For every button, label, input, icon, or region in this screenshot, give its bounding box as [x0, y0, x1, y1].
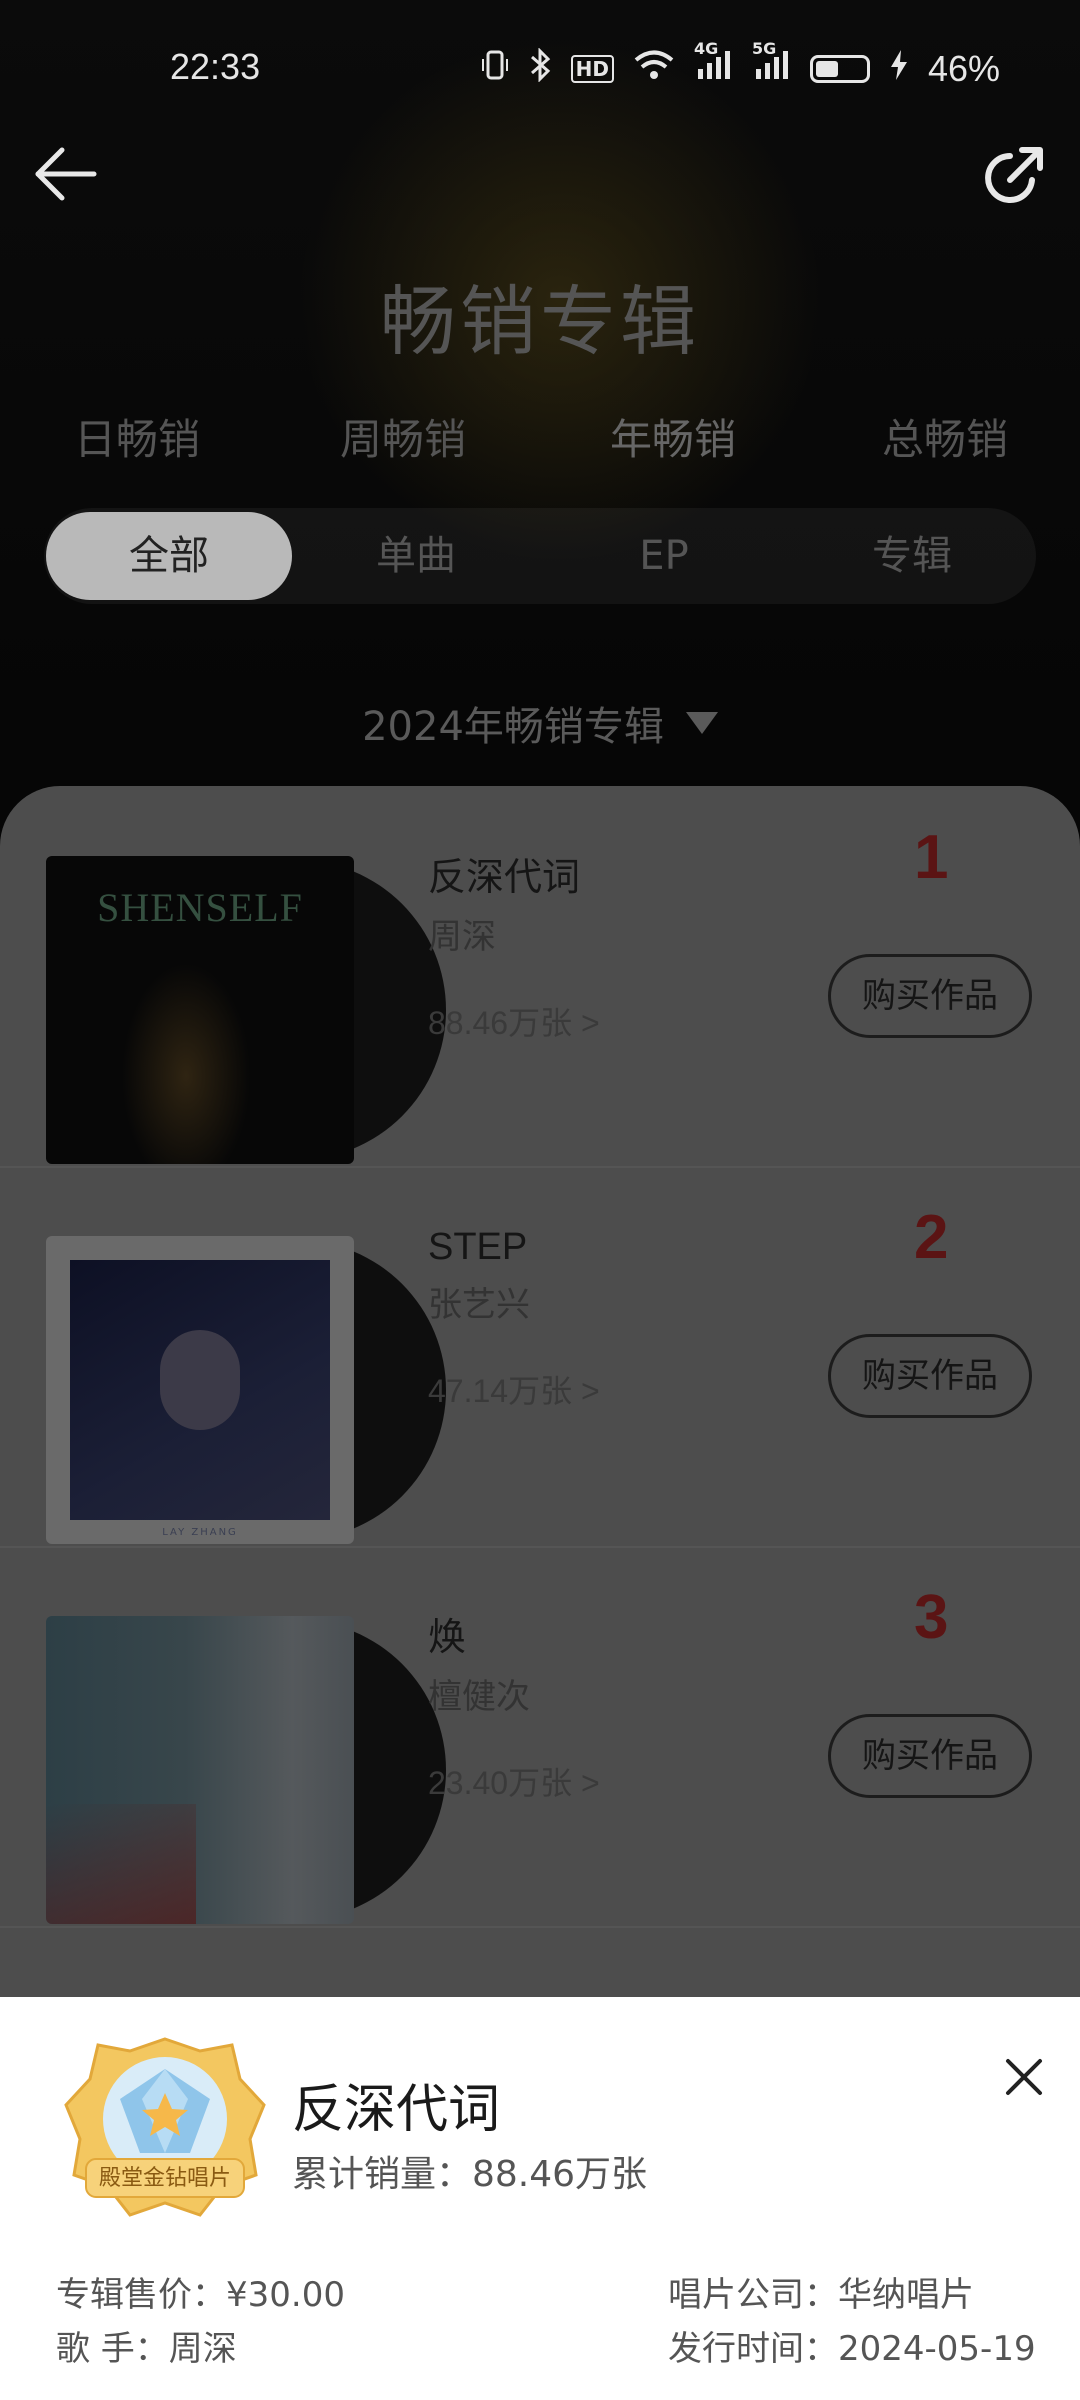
- detail-company: 唱片公司：华纳唱片: [668, 2275, 974, 2315]
- year-selector[interactable]: 2024年畅销专辑: [0, 694, 1080, 752]
- album-row[interactable]: SHENSELF 反深代词 周深 88.46万张 > 1 购买作品: [0, 786, 1080, 1168]
- page-title: 畅销专辑: [380, 277, 700, 366]
- close-button[interactable]: [1000, 2053, 1048, 2101]
- vibrate-icon: [481, 49, 509, 89]
- detail-release-date: 发行时间：2024-05-19: [668, 2329, 1036, 2369]
- album-artist: 周深: [428, 917, 496, 957]
- album-cover: SHENSELF: [46, 856, 446, 1164]
- detail-title: 反深代词: [292, 2080, 501, 2140]
- charging-icon: [890, 50, 908, 88]
- buy-button[interactable]: 购买作品: [828, 1334, 1032, 1418]
- album-artist: 张艺兴: [428, 1285, 530, 1325]
- back-arrow-icon: [35, 147, 97, 201]
- filter-album[interactable]: 专辑: [788, 508, 1036, 604]
- share-icon: [985, 147, 1043, 203]
- close-icon: [1006, 2059, 1042, 2095]
- bluetooth-icon: [529, 47, 551, 90]
- tab-weekly[interactable]: 周畅销: [340, 406, 466, 467]
- album-list: SHENSELF 反深代词 周深 88.46万张 > 1 购买作品 LAY ZH…: [0, 786, 1080, 2086]
- filter-single[interactable]: 单曲: [292, 508, 540, 604]
- battery-icon: [809, 55, 870, 83]
- album-sales-link[interactable]: 88.46万张 >: [428, 998, 600, 1044]
- cover-art: [46, 1616, 354, 1924]
- cover-text: SHENSELF: [97, 885, 303, 930]
- back-button[interactable]: [34, 146, 98, 202]
- album-sales-link[interactable]: 47.14万张 >: [428, 1366, 600, 1412]
- signal-4g-icon: 4G: [694, 39, 732, 89]
- album-cover: LAY ZHANG: [46, 1236, 446, 1544]
- album-cover: [46, 1616, 446, 1924]
- type-filter: 全部 单曲 EP 专辑: [44, 508, 1036, 604]
- buy-button[interactable]: 购买作品: [828, 1714, 1032, 1798]
- battery-percent: 46%: [927, 48, 1000, 89]
- detail-total-sales: 累计销量：88.46万张: [292, 2154, 648, 2195]
- album-row[interactable]: 焕 檀健次 23.40万张 > 3 购买作品: [0, 1546, 1080, 1928]
- diamond-record-badge-icon: 殿堂金钻唱片: [60, 2035, 270, 2221]
- dropdown-triangle-icon: [685, 712, 718, 734]
- filter-all[interactable]: 全部: [46, 512, 292, 600]
- rank-number: 2: [914, 1203, 949, 1272]
- cover-text: LAY ZHANG: [162, 1527, 238, 1538]
- tab-daily[interactable]: 日畅销: [74, 406, 200, 467]
- wifi-icon: [634, 49, 674, 89]
- status-icons: HD 4G 5G 46%: [481, 39, 1000, 90]
- filter-ep[interactable]: EP: [540, 508, 788, 604]
- album-artist: 檀健次: [428, 1677, 530, 1717]
- rank-number: 3: [914, 1583, 949, 1652]
- rank-number: 1: [914, 823, 949, 892]
- cover-art: SHENSELF: [46, 856, 354, 1164]
- share-button[interactable]: [980, 144, 1046, 210]
- cover-art: LAY ZHANG: [46, 1236, 354, 1544]
- tab-yearly[interactable]: 年畅销: [610, 406, 736, 467]
- status-time: 22:33: [170, 46, 261, 87]
- album-row[interactable]: LAY ZHANG STEP 张艺兴 47.14万张 > 2 购买作品: [0, 1166, 1080, 1548]
- album-title: 反深代词: [428, 857, 581, 899]
- signal-5g-icon: 5G: [752, 39, 790, 89]
- detail-singer: 歌 手：周深: [56, 2329, 237, 2369]
- detail-price: 专辑售价：¥30.00: [56, 2275, 345, 2315]
- hd-icon: HD: [570, 55, 614, 83]
- badge-text: 殿堂金钻唱片: [99, 2166, 231, 2191]
- album-sales-link[interactable]: 23.40万张 >: [428, 1758, 600, 1804]
- status-bar: 22:33 HD 4G 5G 46%: [0, 39, 1080, 92]
- album-title: 焕: [428, 1617, 467, 1659]
- year-selector-label: 2024年畅销专辑: [362, 704, 664, 750]
- album-title: STEP: [428, 1226, 528, 1268]
- tab-total[interactable]: 总畅销: [882, 406, 1008, 467]
- album-detail-sheet: 殿堂金钻唱片 反深代词 累计销量：88.46万张 专辑售价：¥30.00 唱片公…: [0, 1997, 1080, 2400]
- buy-button[interactable]: 购买作品: [828, 954, 1032, 1038]
- period-tabs: 日畅销 周畅销 年畅销 总畅销: [0, 406, 1080, 466]
